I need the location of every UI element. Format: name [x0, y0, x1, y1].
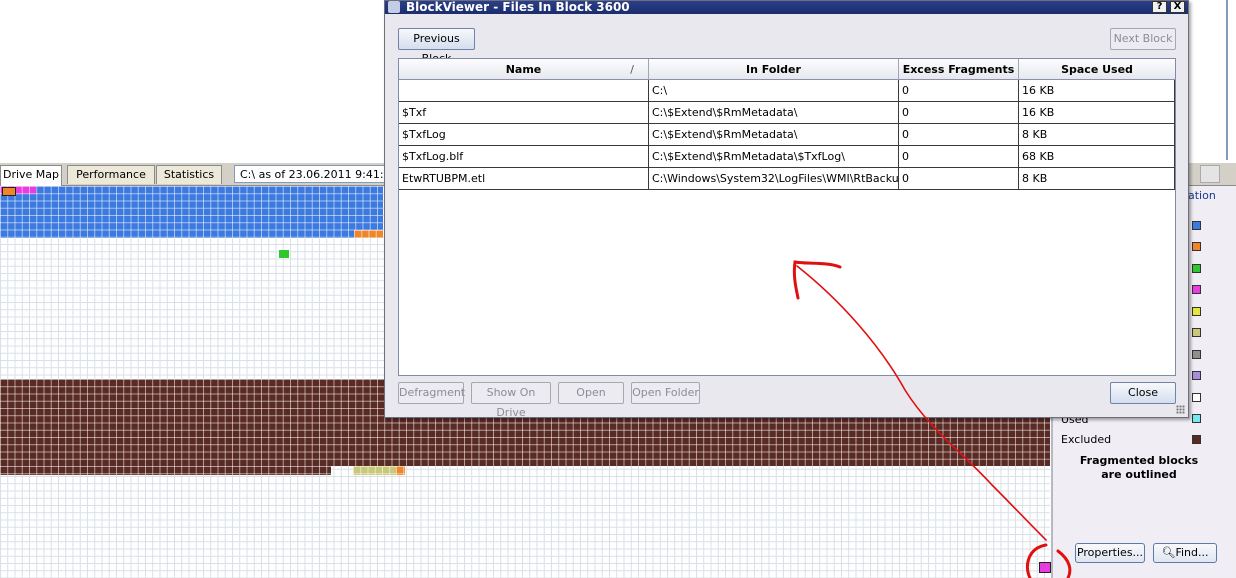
annotation-line: [796, 265, 1047, 541]
annotation-overlay: [792, 260, 1072, 578]
annotation-arrowhead: [792, 260, 842, 300]
annotation-circle: [1025, 543, 1072, 578]
